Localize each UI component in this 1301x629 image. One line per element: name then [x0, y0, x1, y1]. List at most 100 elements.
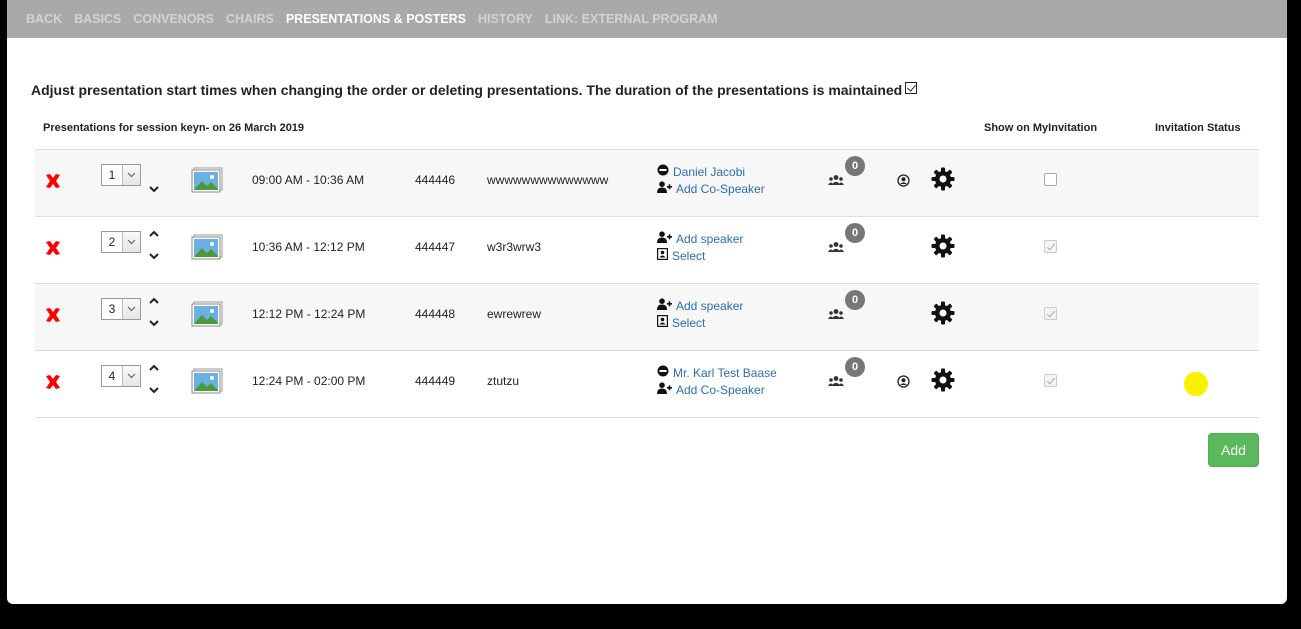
speaker-link-secondary-label: Select — [672, 249, 706, 263]
time-slot: 12:24 PM - 02:00 PM — [252, 374, 366, 388]
count-badge: 0 — [845, 290, 865, 310]
speaker-link-primary-label: Add speaker — [676, 232, 744, 246]
speaker-link-primary-label: Daniel Jacobi — [673, 165, 746, 179]
contact-card-icon — [657, 248, 669, 261]
gear-icon[interactable] — [931, 167, 955, 191]
delete-icon[interactable] — [43, 238, 63, 258]
gear-icon[interactable] — [931, 368, 955, 392]
nav-convenors[interactable]: CONVENORS — [133, 12, 214, 26]
group-icon[interactable] — [828, 308, 844, 320]
speaker-links: Daniel Jacobi Add Co-Speaker — [657, 164, 765, 198]
add-user-icon — [657, 231, 672, 243]
delete-icon[interactable] — [43, 305, 63, 325]
presentations-list: 1 09:00 AM - 10:36 AM 444446 wwwwwwwwwww… — [35, 150, 1259, 418]
move-up-icon[interactable] — [147, 227, 161, 241]
speaker-link-primary-label: Add speaker — [676, 299, 744, 313]
nav-link-external-program[interactable]: LINK: EXTERNAL PROGRAM — [545, 12, 718, 26]
nav-basics[interactable]: BASICS — [74, 12, 121, 26]
presentation-title[interactable]: wwwwwwwwwwwwww — [487, 173, 608, 187]
image-icon[interactable] — [191, 167, 223, 193]
nav-presentations-posters[interactable]: PRESENTATIONS & POSTERS — [286, 12, 466, 26]
count-badge: 0 — [845, 223, 865, 243]
nav-back[interactable]: BACK — [26, 12, 62, 26]
add-presentation-button[interactable]: Add — [1208, 433, 1259, 467]
table-row: 1 09:00 AM - 10:36 AM 444446 wwwwwwwwwww… — [35, 150, 1259, 217]
gear-icon[interactable] — [931, 301, 955, 325]
presentation-title[interactable]: w3r3wrw3 — [487, 240, 541, 254]
group-icon[interactable] — [828, 375, 844, 387]
speaker-link-secondary[interactable]: Add Co-Speaker — [657, 181, 765, 198]
move-up-icon[interactable] — [147, 294, 161, 308]
order-value: 2 — [108, 235, 116, 249]
show-on-myinvitation-checkbox[interactable] — [1044, 240, 1057, 253]
delete-icon[interactable] — [43, 372, 63, 392]
speaker-link-primary[interactable]: Add speaker — [657, 231, 743, 248]
move-down-icon[interactable] — [147, 316, 161, 330]
speaker-links: Add speaker Select — [657, 298, 743, 332]
remove-speaker-icon — [657, 164, 669, 176]
order-select[interactable]: 1 — [101, 164, 141, 186]
order-value: 3 — [108, 302, 116, 316]
image-icon[interactable] — [191, 301, 223, 327]
order-select[interactable]: 3 — [101, 298, 141, 320]
nav-history[interactable]: HISTORY — [478, 12, 533, 26]
image-icon[interactable] — [191, 234, 223, 260]
speaker-link-primary-label: Mr. Karl Test Baase — [673, 366, 777, 380]
group-icon[interactable] — [828, 174, 844, 186]
gear-icon[interactable] — [931, 234, 955, 258]
move-up-icon[interactable] — [147, 361, 161, 375]
col-header-show-on-myinvitation: Show on MyInvitation — [984, 122, 1098, 134]
show-on-myinvitation-checkbox[interactable] — [1044, 173, 1057, 186]
add-user-icon — [657, 382, 672, 394]
show-on-myinvitation-checkbox[interactable] — [1044, 307, 1057, 320]
remove-speaker-icon — [657, 365, 669, 377]
session-caption: Presentations for session keyn- on 26 Ma… — [43, 122, 305, 134]
presentation-title[interactable]: ztutzu — [487, 374, 519, 388]
presentation-id: 444447 — [415, 240, 456, 254]
order-select[interactable]: 4 — [101, 365, 141, 387]
top-navigation: BACK BASICS CONVENORS CHAIRS PRESENTATIO… — [7, 0, 1287, 38]
table-header: Presentations for session keyn- on 26 Ma… — [35, 116, 1259, 150]
move-down-icon[interactable] — [147, 249, 161, 263]
speaker-link-primary[interactable]: Mr. Karl Test Baase — [657, 365, 777, 382]
chevron-down-icon — [122, 299, 140, 319]
chevron-down-icon — [122, 232, 140, 252]
count-badge: 0 — [845, 357, 865, 377]
nav-chairs[interactable]: CHAIRS — [226, 12, 274, 26]
time-slot: 10:36 AM - 12:12 PM — [252, 240, 365, 254]
adjust-times-checkbox[interactable] — [905, 82, 918, 94]
group-icon[interactable] — [828, 241, 844, 253]
speaker-link-secondary[interactable]: Select — [657, 315, 743, 332]
contact-card-icon — [657, 315, 669, 328]
presentation-id: 444446 — [415, 173, 456, 187]
col-header-invitation-status: Invitation Status — [1155, 122, 1241, 134]
move-down-icon[interactable] — [147, 182, 161, 196]
presentation-id: 444448 — [415, 307, 456, 321]
table-row: 2 10:36 AM - 12:12 PM 444447 w3r3wrw3 Ad… — [35, 217, 1259, 284]
order-value: 1 — [108, 168, 116, 182]
speaker-link-primary[interactable]: Daniel Jacobi — [657, 164, 765, 181]
move-down-icon[interactable] — [147, 383, 161, 397]
adjust-times-label: Adjust presentation start times when cha… — [31, 82, 903, 98]
time-slot: 09:00 AM - 10:36 AM — [252, 173, 365, 187]
speaker-link-primary[interactable]: Add speaker — [657, 298, 743, 315]
presentation-title[interactable]: ewrewrew — [487, 307, 541, 321]
image-icon[interactable] — [191, 368, 223, 394]
table-row: 4 12:24 PM - 02:00 PM 444449 ztutzu Mr. … — [35, 351, 1259, 418]
order-select[interactable]: 2 — [101, 231, 141, 253]
adjust-times-notice: Adjust presentation start times when cha… — [31, 82, 1259, 98]
speaker-link-secondary[interactable]: Add Co-Speaker — [657, 382, 777, 399]
invitation-status-indicator — [1184, 372, 1208, 396]
speaker-links: Add speaker Select — [657, 231, 743, 265]
user-circle-icon[interactable] — [897, 375, 910, 388]
speaker-link-secondary-label: Select — [672, 316, 706, 330]
presentation-id: 444449 — [415, 374, 456, 388]
speaker-links: Mr. Karl Test Baase Add Co-Speaker — [657, 365, 777, 399]
user-circle-icon[interactable] — [897, 174, 910, 187]
speaker-link-secondary-label: Add Co-Speaker — [676, 383, 765, 397]
delete-icon[interactable] — [43, 171, 63, 191]
show-on-myinvitation-checkbox[interactable] — [1044, 374, 1057, 387]
speaker-link-secondary[interactable]: Select — [657, 248, 743, 265]
order-value: 4 — [108, 369, 116, 383]
add-user-icon — [657, 181, 672, 193]
